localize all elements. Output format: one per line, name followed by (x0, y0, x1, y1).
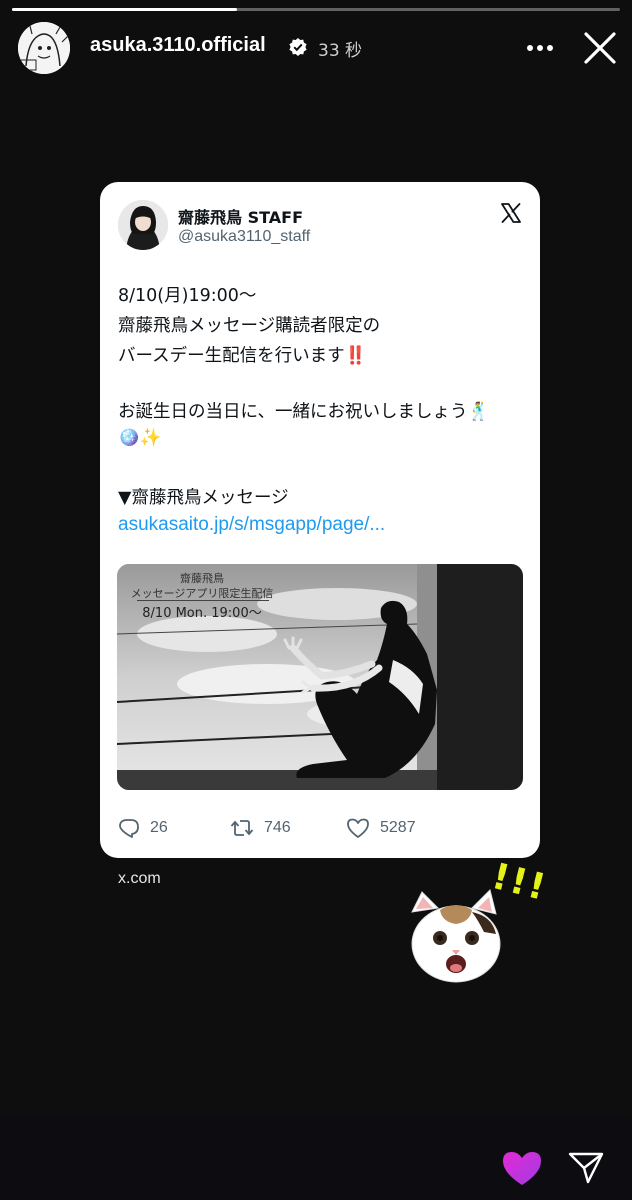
tweet-author-name[interactable]: 齋藤飛鳥 STAFF (178, 204, 303, 228)
story-timestamp: 33 秒 (318, 41, 363, 61)
heart-icon[interactable] (500, 1148, 544, 1188)
tweet-text-line: 8/10(月)19:00〜 (118, 286, 257, 306)
like-count: 5287 (380, 819, 416, 836)
send-icon[interactable] (566, 1148, 606, 1188)
tweet-author-avatar[interactable] (118, 200, 168, 250)
tweet-text-line: お誕生日の当日に、一緒にお祝いしましょう🕺 (118, 402, 490, 422)
story-progress-fill (12, 8, 237, 11)
cat-sticker: !!! (400, 856, 551, 990)
story-progress-bar (12, 8, 620, 11)
media-caption-subtitle: メッセージアプリ限定生配信 (130, 587, 274, 600)
x-logo-icon[interactable] (500, 202, 522, 224)
story-header: asuka.3110.official 33 秒 (18, 22, 618, 74)
media-caption-date: 8/10 Mon. 19:00〜 (142, 606, 262, 621)
story-footer (0, 1116, 632, 1200)
link-source-label[interactable]: x.com (118, 870, 161, 888)
tweet-text-line: バースデー生配信を行います‼️ (118, 346, 367, 366)
tweet-author-handle[interactable]: @asuka3110_staff (178, 228, 310, 246)
media-caption-title: 齋藤飛鳥 (180, 572, 224, 585)
tweet-text-line: 🪩✨ (118, 428, 162, 448)
tweet-text-line: ▼齋藤飛鳥メッセージ (118, 488, 289, 508)
reply-count: 26 (150, 819, 168, 836)
media-caption-divider (137, 600, 269, 601)
tweet-link[interactable]: asukasaito.jp/s/msgapp/page/... (118, 514, 385, 536)
close-icon[interactable] (580, 28, 620, 68)
retweet-count: 746 (264, 819, 291, 836)
tweet-actions: 26 746 5287 (118, 816, 518, 840)
story-username[interactable]: asuka.3110.official (90, 34, 266, 57)
story-viewer: asuka.3110.official 33 秒 齋藤飛鳥 STAFF @asu… (0, 0, 632, 1116)
tweet-media-image[interactable]: 齋藤飛鳥 メッセージアプリ限定生配信 8/10 Mon. 19:00〜 (117, 564, 523, 790)
like-button[interactable]: 5287 (346, 816, 416, 840)
embedded-tweet-card[interactable]: 齋藤飛鳥 STAFF @asuka3110_staff 8/10(月)19:00… (100, 182, 540, 858)
verified-icon (288, 37, 308, 57)
avatar[interactable] (18, 22, 70, 74)
retweet-icon (230, 820, 254, 836)
tweet-text-line: 齋藤飛鳥メッセージ購読者限定の (118, 316, 381, 336)
retweet-button[interactable]: 746 (230, 816, 291, 840)
like-icon (347, 818, 369, 838)
more-icon[interactable] (522, 34, 558, 62)
reply-icon (119, 819, 139, 838)
reply-button[interactable]: 26 (118, 816, 168, 840)
